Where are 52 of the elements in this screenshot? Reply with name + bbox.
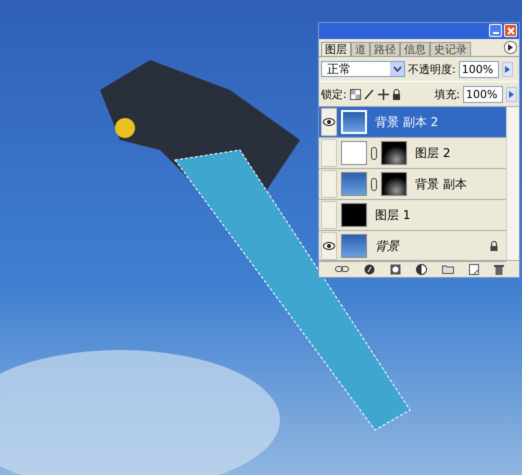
layer-row[interactable]: 背景 副本 2 xyxy=(319,107,506,138)
panel-tab[interactable]: 史记录 xyxy=(430,42,471,56)
layer-row[interactable]: 图层 2 xyxy=(319,138,506,169)
panel-tab[interactable]: 图层 xyxy=(321,42,351,56)
link-icon[interactable] xyxy=(334,265,348,273)
close-button[interactable] xyxy=(504,24,517,37)
caret-icon xyxy=(390,62,404,76)
close-icon xyxy=(506,26,514,34)
arrow-right-icon xyxy=(508,44,513,51)
layer-row[interactable]: 图层 1 xyxy=(319,200,506,231)
eye-icon xyxy=(323,118,335,126)
blend-mode-dropdown[interactable]: 正常 xyxy=(321,61,405,77)
visibility-toggle[interactable] xyxy=(321,232,337,260)
chain-icon xyxy=(371,146,377,160)
lock-transparency-icon[interactable] xyxy=(350,88,361,100)
lock-label: 锁定: xyxy=(321,86,347,102)
fill-arrow-button[interactable] xyxy=(506,86,517,102)
trash-icon[interactable] xyxy=(494,264,504,274)
layer-name: 图层 2 xyxy=(415,144,450,162)
folder-icon[interactable] xyxy=(442,264,454,274)
minimize-button[interactable] xyxy=(489,24,502,37)
opacity-field[interactable]: 100% xyxy=(458,60,499,78)
move-icon[interactable] xyxy=(378,88,389,100)
layer-name: 背景 副本 xyxy=(415,176,467,192)
layer-style-icon[interactable] xyxy=(364,264,374,274)
visibility-toggle[interactable] xyxy=(321,170,337,198)
brush-icon[interactable] xyxy=(364,88,375,100)
layer-name: 背景 xyxy=(375,238,399,254)
panel-tab[interactable]: 路径 xyxy=(370,42,400,56)
layer-row[interactable]: 背景 副本 xyxy=(319,169,506,200)
scrollbar[interactable] xyxy=(506,107,519,260)
opacity-arrow-button[interactable] xyxy=(502,62,513,76)
layer-row[interactable]: 背景 xyxy=(319,231,506,262)
adjustment-icon[interactable] xyxy=(416,264,426,274)
visibility-toggle[interactable] xyxy=(321,139,337,167)
panel-tab[interactable]: 信息 xyxy=(400,42,430,56)
arrow-right-icon xyxy=(509,90,514,98)
fill-label: 填充: xyxy=(434,86,460,102)
fill-field[interactable]: 100% xyxy=(463,86,503,102)
layer-name: 图层 1 xyxy=(375,206,410,224)
visibility-toggle[interactable] xyxy=(321,201,337,229)
visibility-toggle[interactable] xyxy=(321,108,337,136)
panel-tab[interactable]: 道 xyxy=(351,42,370,56)
opacity-label: 不透明度: xyxy=(408,62,456,76)
chain-icon xyxy=(371,178,377,190)
eye-icon xyxy=(323,242,335,250)
layer-name: 背景 副本 2 xyxy=(375,114,438,130)
panel-menu-button[interactable] xyxy=(504,41,517,54)
mask-icon[interactable] xyxy=(390,264,400,274)
arrow-right-icon xyxy=(504,66,510,72)
new-layer-icon[interactable] xyxy=(468,264,478,274)
lock-icon[interactable] xyxy=(392,88,401,100)
